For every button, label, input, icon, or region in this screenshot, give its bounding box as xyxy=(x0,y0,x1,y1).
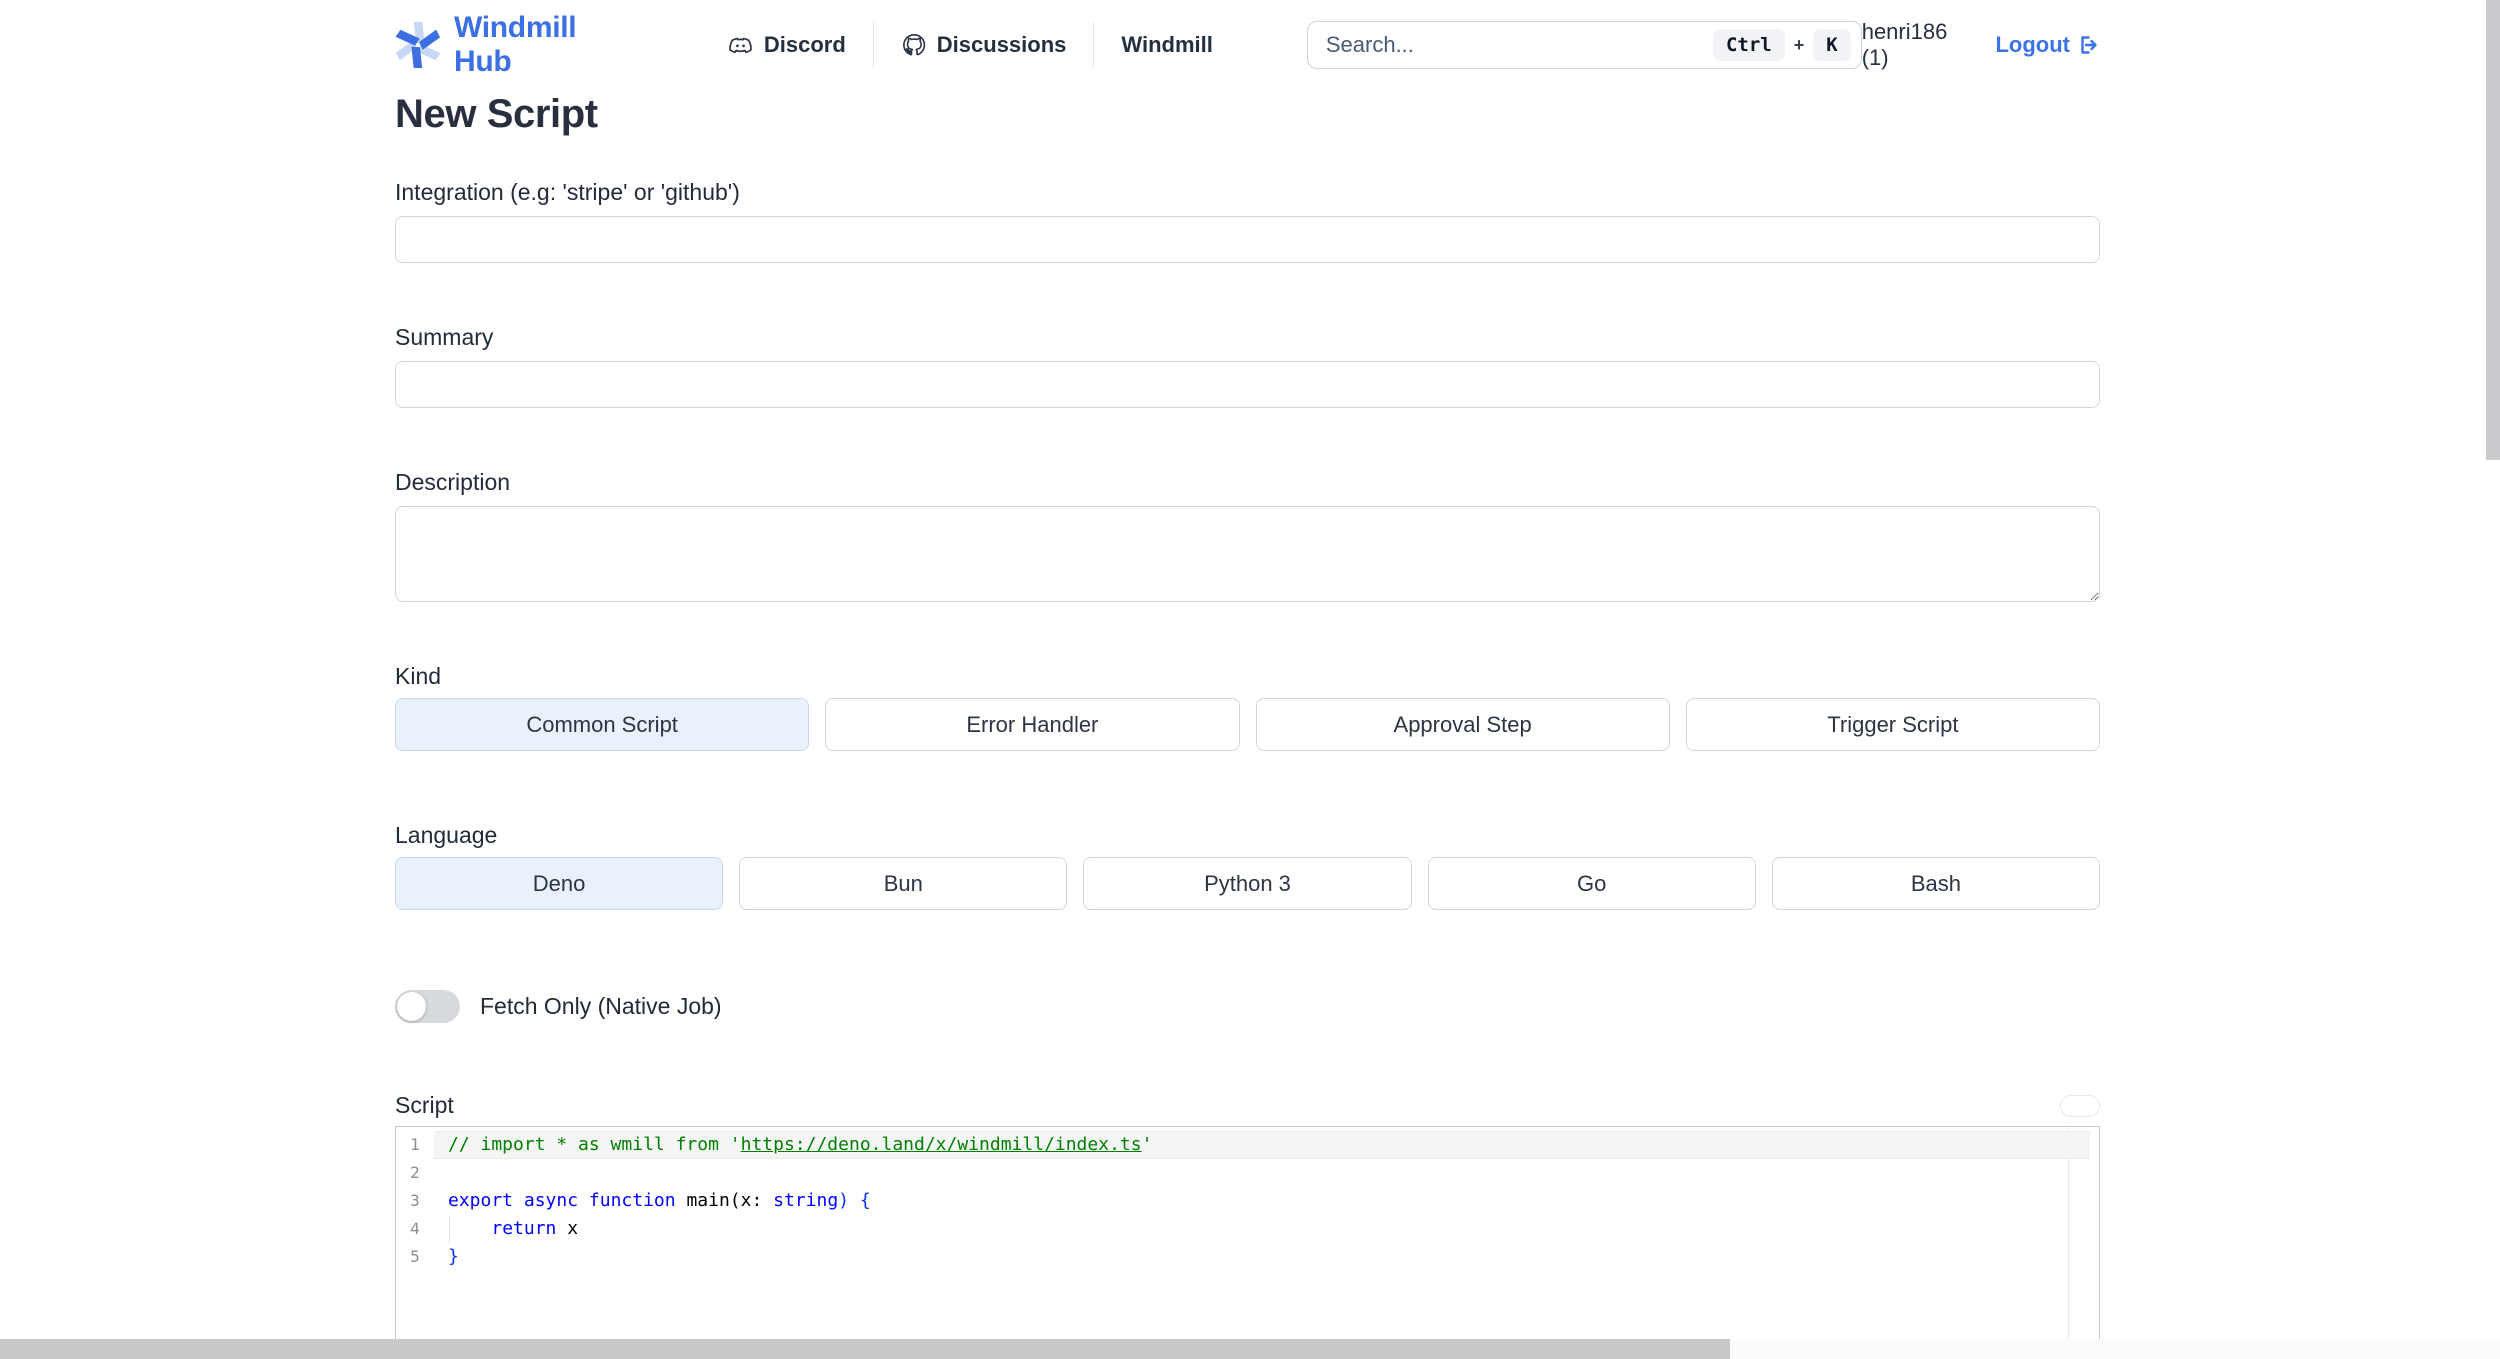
line-number: 3 xyxy=(410,1191,420,1210)
code-line[interactable]: 1 // import * as wmill from 'https://deno… xyxy=(396,1131,2099,1159)
nav-divider xyxy=(872,22,874,68)
code-lines: 1 // import * as wmill from 'https://deno… xyxy=(396,1127,2099,1271)
search-box: Ctrl + K xyxy=(1306,21,1862,69)
script-label: Script xyxy=(395,1092,454,1118)
kbd-separator: + xyxy=(1793,34,1805,55)
language-field-group: Language Deno Bun Python 3 Go Bash xyxy=(395,821,2101,910)
header-right: henri186 (1) Logout xyxy=(1862,19,2100,71)
nav-discord-label: Discord xyxy=(763,32,846,57)
code-text: // import * as wmill from 'https://deno.… xyxy=(448,1134,1153,1155)
script-header-row: Script xyxy=(395,1091,2100,1119)
language-option-bun[interactable]: Bun xyxy=(739,857,1068,910)
fetch-only-label: Fetch Only (Native Job) xyxy=(480,993,722,1019)
editor-toggle-pill[interactable] xyxy=(2060,1095,2100,1117)
nav-windmill-link[interactable]: Windmill xyxy=(1121,32,1212,58)
summary-input[interactable] xyxy=(395,361,2100,408)
brand-name: Windmill Hub xyxy=(454,11,577,78)
language-label: Language xyxy=(395,822,498,848)
line-number: 4 xyxy=(410,1219,420,1238)
integration-field-group: Integration (e.g: 'stripe' or 'github') xyxy=(395,178,2100,263)
github-icon xyxy=(901,32,927,58)
summary-field-group: Summary xyxy=(395,323,2100,408)
integration-input[interactable] xyxy=(395,216,2100,263)
discord-icon xyxy=(727,32,754,59)
page-container: Windmill Hub Discord Discussions Windmil… xyxy=(395,0,2101,1359)
kbd-k: K xyxy=(1813,29,1851,61)
line-number: 1 xyxy=(410,1135,420,1154)
username-label: henri186 (1) xyxy=(1861,19,1948,70)
horizontal-scrollbar-track[interactable] xyxy=(0,1339,2500,1359)
code-line[interactable]: 5} xyxy=(396,1243,2099,1271)
language-option-go[interactable]: Go xyxy=(1427,857,1756,910)
nav-discussions-label: Discussions xyxy=(936,32,1067,57)
line-number: 2 xyxy=(410,1163,420,1182)
kind-option-approval-step[interactable]: Approval Step xyxy=(1255,698,1670,751)
nav-windmill-label: Windmill xyxy=(1121,32,1213,57)
logout-icon xyxy=(2076,33,2100,57)
header-nav: Discord Discussions Windmill xyxy=(727,22,1213,68)
kbd-ctrl: Ctrl xyxy=(1712,29,1785,61)
search-input[interactable] xyxy=(1325,32,1713,58)
kind-label: Kind xyxy=(395,663,442,689)
kind-option-error-handler[interactable]: Error Handler xyxy=(825,698,1240,751)
code-text: return x xyxy=(491,1218,579,1239)
kind-options: Common Script Error Handler Approval Ste… xyxy=(395,698,2100,751)
nav-discussions-link[interactable]: Discussions xyxy=(901,32,1067,58)
language-option-python3[interactable]: Python 3 xyxy=(1083,857,1412,910)
toggle-knob xyxy=(397,992,426,1021)
language-option-bash[interactable]: Bash xyxy=(1771,857,2101,910)
logout-label: Logout xyxy=(1995,32,2070,57)
header: Windmill Hub Discord Discussions Windmil… xyxy=(395,0,2100,90)
code-text: export async function main(x: string) { xyxy=(448,1190,871,1211)
code-line[interactable]: 3 export async function main(x: string) { xyxy=(396,1187,2099,1215)
code-text: } xyxy=(448,1246,459,1267)
windmill-logo-icon xyxy=(395,22,441,68)
description-label: Description xyxy=(395,469,511,495)
description-field-group: Description xyxy=(395,468,2100,607)
logout-button[interactable]: Logout xyxy=(1995,32,2100,58)
script-section: Script 1 // import * as wmill from 'https… xyxy=(395,1091,2100,1359)
kind-option-common-script[interactable]: Common Script xyxy=(395,698,810,751)
nav-divider xyxy=(1093,22,1095,68)
kind-option-trigger-script[interactable]: Trigger Script xyxy=(1685,698,2100,751)
language-options: Deno Bun Python 3 Go Bash xyxy=(395,857,2101,910)
language-option-deno[interactable]: Deno xyxy=(395,857,724,910)
kind-field-group: Kind Common Script Error Handler Approva… xyxy=(395,662,2100,751)
horizontal-scrollbar-thumb[interactable] xyxy=(0,1339,1730,1359)
code-line[interactable]: 4 return x xyxy=(396,1215,2099,1243)
line-number: 5 xyxy=(410,1247,420,1266)
fetch-only-toggle[interactable] xyxy=(395,990,460,1023)
fetch-only-row: Fetch Only (Native Job) xyxy=(395,990,2100,1023)
nav-discord-link[interactable]: Discord xyxy=(727,32,846,59)
integration-label: Integration (e.g: 'stripe' or 'github') xyxy=(395,179,740,205)
vertical-scrollbar[interactable] xyxy=(2486,0,2500,460)
page-title: New Script xyxy=(395,92,598,136)
description-textarea[interactable] xyxy=(395,506,2100,602)
brand-logo[interactable]: Windmill Hub xyxy=(395,11,635,79)
summary-label: Summary xyxy=(395,324,494,350)
code-line[interactable]: 2 xyxy=(396,1159,2099,1187)
code-editor[interactable]: 1 // import * as wmill from 'https://deno… xyxy=(395,1126,2100,1359)
